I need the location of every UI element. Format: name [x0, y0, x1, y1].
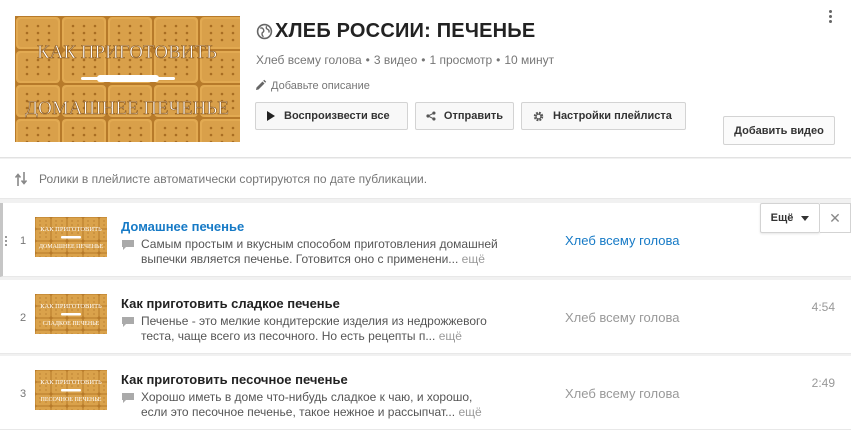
playlist-owner[interactable]: Хлеб всему голова: [256, 53, 362, 67]
play-all-label: Воспроизвести все: [284, 110, 390, 122]
desc-line-1: Самым простым и вкусным способом пригото…: [141, 237, 498, 251]
more-link[interactable]: ещё: [458, 405, 481, 419]
cover-image: КАК ПРИГОТОВИТЬ ДОМАШНЕЕ ПЕЧЕНЬЕ: [15, 16, 240, 142]
drag-handle-icon[interactable]: [5, 236, 9, 248]
share-label: Отправить: [443, 110, 503, 122]
desc-line-2: выпечки является печенье. Готовится оно …: [141, 252, 459, 266]
video-thumbnail[interactable]: КАК ПРИГОТОВИТЬ ПЕСОЧНОЕ ПЕЧЕНЬЕ: [35, 370, 107, 410]
video-title[interactable]: Домашнее печенье: [121, 219, 244, 234]
thumbnail-image: КАК ПРИГОТОВИТЬ СЛАДКОЕ ПЕЧЕНЬЕ: [35, 294, 107, 334]
play-icon: [267, 111, 275, 121]
video-row-2[interactable]: 2 КАК ПРИГОТОВИТЬ СЛАДКОЕ ПЕЧЕНЬЕ Как пр…: [0, 280, 851, 354]
video-row-3[interactable]: 3 КАК ПРИГОТОВИТЬ ПЕСОЧНОЕ ПЕЧЕНЬЕ Как п…: [0, 356, 851, 430]
playlist-header: КАК ПРИГОТОВИТЬ ДОМАШНЕЕ ПЕЧЕНЬЕ ХЛЕБ РО…: [0, 0, 851, 158]
thumb-line-2: ПЕСОЧНОЕ ПЕЧЕНЬЕ: [41, 397, 102, 403]
share-icon: [426, 111, 436, 121]
desc-line-1: Печенье - это мелкие кондитерские издели…: [141, 314, 487, 328]
video-index: 3: [19, 388, 27, 400]
video-duration: 2:49: [811, 376, 835, 390]
video-thumbnail[interactable]: КАК ПРИГОТОВИТЬ ДОМАШНЕЕ ПЕЧЕНЬЕ: [35, 217, 107, 257]
more-link[interactable]: ещё: [439, 329, 462, 343]
play-all-button[interactable]: Воспроизвести все: [255, 102, 408, 130]
video-description: Хорошо иметь в доме что-нибудь сладкое к…: [121, 390, 521, 420]
thumb-line-1: КАК ПРИГОТОВИТЬ: [40, 303, 102, 310]
playlist-settings-button[interactable]: Настройки плейлиста: [521, 102, 686, 130]
add-description-label: Добавьте описание: [271, 79, 370, 92]
thumb-line-1: КАК ПРИГОТОВИТЬ: [40, 379, 102, 386]
thumbnail-image: КАК ПРИГОТОВИТЬ ДОМАШНЕЕ ПЕЧЕНЬЕ: [35, 217, 107, 257]
thumb-line-1: КАК ПРИГОТОВИТЬ: [40, 226, 102, 233]
thumb-line-2: ДОМАШНЕЕ ПЕЧЕНЬЕ: [39, 244, 104, 250]
comment-bubble-icon: [122, 317, 134, 327]
desc-line-1: Хорошо иметь в доме что-нибудь сладкое к…: [141, 390, 473, 404]
gear-icon: [533, 111, 544, 121]
video-description: Печенье - это мелкие кондитерские издели…: [121, 314, 521, 344]
more-dropdown-button[interactable]: Ещё: [760, 203, 820, 233]
cover-line-1: КАК ПРИГОТОВИТЬ: [37, 42, 217, 63]
video-count: 3 видео: [373, 53, 418, 67]
add-video-button[interactable]: Добавить видео: [723, 116, 835, 145]
playlist-title-row: ХЛЕБ РОССИИ: ПЕЧЕНЬЕ: [256, 20, 535, 43]
video-owner[interactable]: Хлеб всему голова: [565, 233, 679, 248]
video-duration: 4:54: [811, 300, 835, 314]
thumb-line-2: СЛАДКОЕ ПЕЧЕНЬЕ: [43, 321, 100, 327]
playlist-title: ХЛЕБ РОССИИ: ПЕЧЕНЬЕ: [275, 20, 536, 42]
video-row-1[interactable]: 1 КАК ПРИГОТОВИТЬ ДОМАШНЕЕ ПЕЧЕНЬЕ Домаш…: [0, 203, 851, 277]
add-description-link[interactable]: Добавьте описание: [254, 79, 370, 92]
more-actions-icon[interactable]: [829, 10, 833, 24]
comment-bubble-icon: [122, 393, 134, 403]
remove-video-icon[interactable]: ✕: [820, 203, 851, 233]
desc-line-2: если это песочное печенье, такое нежное …: [141, 405, 456, 419]
playlist-cover[interactable]: КАК ПРИГОТОВИТЬ ДОМАШНЕЕ ПЕЧЕНЬЕ: [15, 16, 240, 142]
sort-arrows-icon: [15, 171, 27, 186]
thumbnail-image: КАК ПРИГОТОВИТЬ ПЕСОЧНОЕ ПЕЧЕНЬЕ: [35, 370, 107, 410]
desc-line-2: теста, чаще всего из песочного. Но есть …: [141, 329, 436, 343]
globe-icon: [256, 23, 273, 40]
more-link[interactable]: ещё: [462, 252, 485, 266]
more-dropdown-label: Ещё: [770, 212, 794, 224]
updated-time: 10 минут: [504, 53, 555, 67]
video-title[interactable]: Как приготовить песочное печенье: [121, 372, 348, 387]
view-count: 1 просмотр: [429, 53, 493, 67]
video-index: 2: [19, 312, 27, 324]
video-title[interactable]: Как приготовить сладкое печенье: [121, 296, 340, 311]
sort-notice-text: Ролики в плейлисте автоматически сортиру…: [39, 171, 428, 186]
cover-line-2: ДОМАШНЕЕ ПЕЧЕНЬЕ: [25, 98, 229, 119]
video-owner[interactable]: Хлеб всему голова: [565, 310, 679, 325]
settings-label: Настройки плейлиста: [553, 110, 672, 122]
video-index: 1: [19, 235, 27, 247]
share-button[interactable]: Отправить: [415, 102, 514, 130]
sort-notice: Ролики в плейлисте автоматически сортиру…: [0, 159, 851, 199]
video-description: Самым простым и вкусным способом пригото…: [121, 237, 521, 267]
video-owner[interactable]: Хлеб всему голова: [565, 386, 679, 401]
comment-bubble-icon: [122, 240, 134, 250]
playlist-meta: Хлеб всему голова • 3 видео • 1 просмотр • 10 …: [256, 53, 555, 67]
pencil-icon: [256, 79, 267, 90]
add-video-label: Добавить видео: [734, 124, 824, 137]
caret-down-icon: [801, 215, 810, 221]
video-thumbnail[interactable]: КАК ПРИГОТОВИТЬ СЛАДКОЕ ПЕЧЕНЬЕ: [35, 294, 107, 334]
